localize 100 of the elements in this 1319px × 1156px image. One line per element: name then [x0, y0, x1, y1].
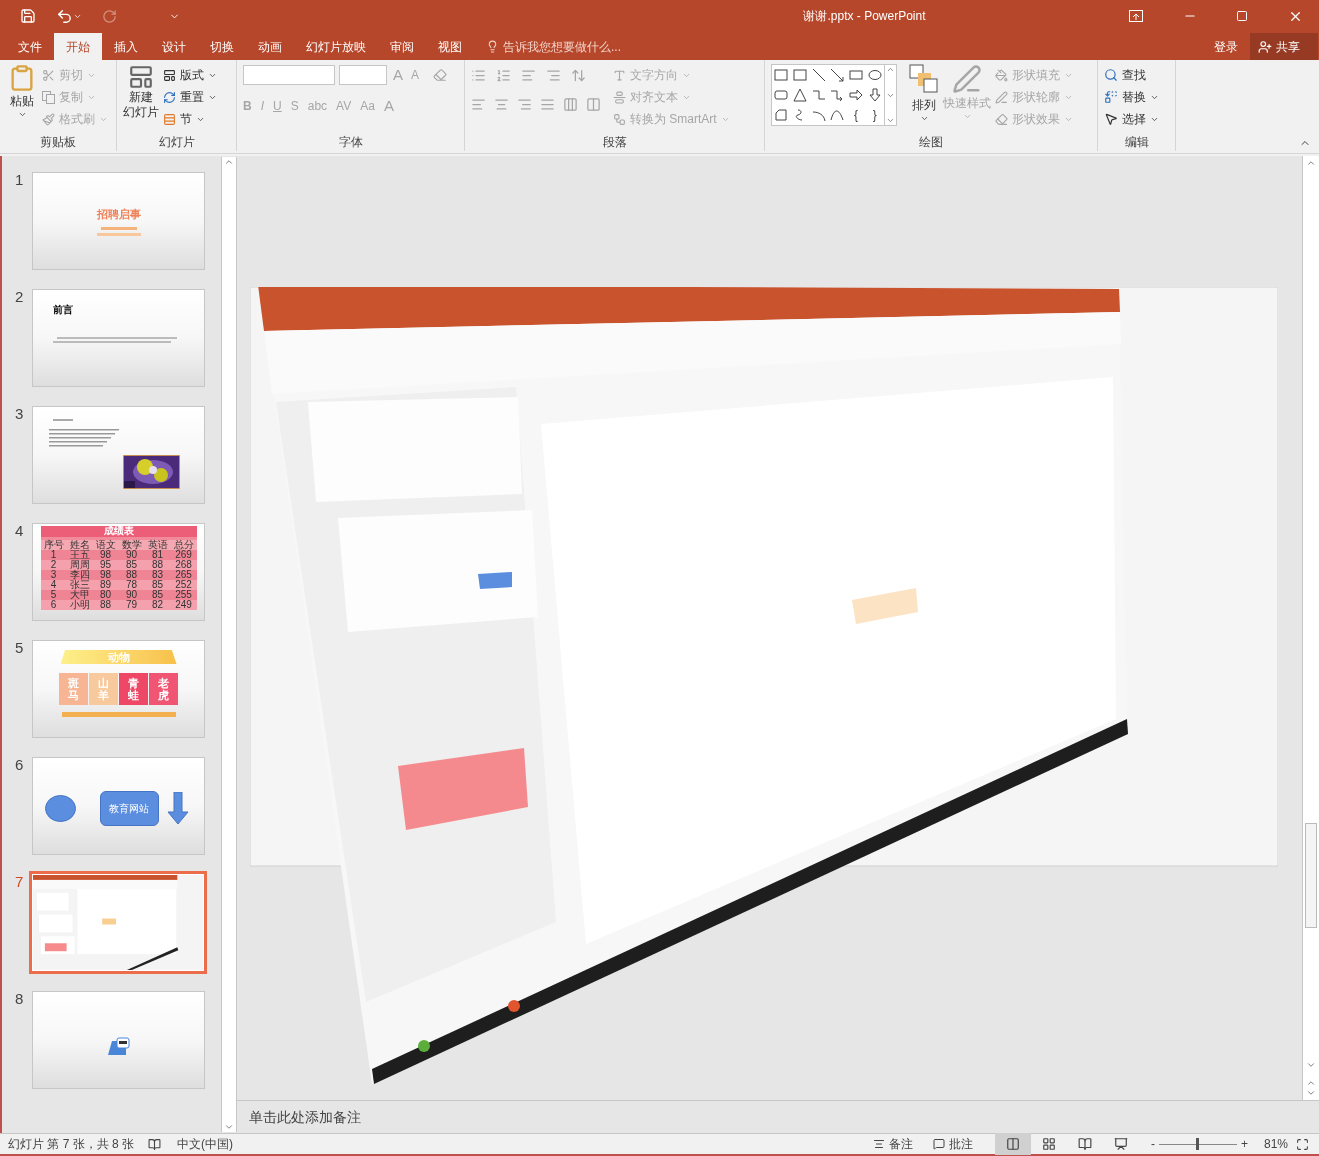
ribbon-tab[interactable]: 切换: [198, 33, 246, 60]
shape-option-icon[interactable]: [830, 108, 845, 122]
ribbon-tab[interactable]: 审阅: [378, 33, 426, 60]
shape-gallery[interactable]: { }: [771, 64, 897, 126]
shape-option-icon[interactable]: [830, 88, 845, 102]
font-size-field[interactable]: [339, 65, 387, 86]
spell-check-icon[interactable]: [148, 1137, 162, 1151]
bullets-icon[interactable]: [471, 68, 486, 83]
view-button[interactable]: [994, 1133, 1031, 1155]
slide-thumbnail[interactable]: 教育网站: [32, 757, 205, 855]
new-slide-button[interactable]: 新建 幻灯片: [123, 64, 159, 120]
comments-button[interactable]: 批注: [932, 1135, 973, 1153]
table-cell-text: 82: [150, 600, 165, 610]
scrollbar-thumb[interactable]: [1305, 823, 1317, 928]
ribbon-tab[interactable]: 动画: [246, 33, 294, 60]
ribbon-button[interactable]: 选择: [1104, 108, 1159, 130]
table-cell-text: 6: [49, 600, 58, 610]
replace-icon: [1104, 90, 1118, 104]
notes-field[interactable]: 单击此处添加备注: [249, 1106, 361, 1128]
font-name-field[interactable]: [243, 65, 335, 86]
ribbon-tab[interactable]: 设计: [150, 33, 198, 60]
align-right-icon[interactable]: [517, 97, 532, 112]
slide-title: 招聘启事: [96, 207, 141, 223]
paste-button[interactable]: 粘贴: [6, 64, 38, 119]
ribbon-tab[interactable]: 开始: [54, 33, 102, 60]
align-left-icon[interactable]: [471, 97, 486, 112]
slide-thumbnail[interactable]: [32, 406, 205, 504]
table-cell-text: 大甲: [68, 590, 91, 600]
slide-number: 6: [14, 757, 25, 772]
ribbon-display-options-icon[interactable]: [1129, 10, 1143, 22]
shape-option-icon[interactable]: [849, 88, 863, 102]
justify-icon[interactable]: [540, 97, 555, 112]
maximize-icon[interactable]: [1236, 10, 1249, 22]
ribbon-button[interactable]: 查找: [1104, 64, 1159, 86]
slide-number: 8: [14, 991, 25, 1006]
shape-option[interactable]: {: [854, 106, 858, 124]
table-cell-text: 李四: [68, 570, 91, 580]
table-cell-text: 1: [50, 550, 57, 560]
shape-option-icon[interactable]: [867, 88, 882, 102]
sign-in-link[interactable]: 登录: [1202, 33, 1250, 60]
arrange-icon: [909, 64, 939, 96]
table-cell-text: 95: [98, 560, 113, 570]
share-button[interactable]: 共享: [1250, 33, 1318, 60]
ribbon-tab[interactable]: 插入: [102, 33, 150, 60]
ribbon-button[interactable]: 重置: [163, 86, 217, 108]
columns-icon[interactable]: [586, 97, 601, 112]
arrange-button[interactable]: 排列: [909, 64, 939, 123]
undo-button[interactable]: [56, 7, 82, 25]
language-indicator[interactable]: 中文(中国): [177, 1135, 234, 1153]
numbering-icon[interactable]: [496, 68, 511, 83]
slide-thumbnail[interactable]: 动物 斑马 山羊 青蛙 老虎: [32, 640, 205, 738]
table-cell-text: 255: [174, 590, 193, 600]
table-cell-text: 81: [151, 550, 164, 560]
ribbon-tab[interactable]: 文件: [6, 33, 54, 60]
slide-thumbnail[interactable]: 成绩表 序号 姓名 语文 数学 英语 总分 1 王五 98 90 81 269 2 周周 95 85 88 268 3 李四 98 88 83 265 4 张三 89 78 85 252 5 大甲 80 90 85 255 6 小明 88 79 82 249: [32, 523, 205, 621]
shape-option[interactable]: }: [872, 106, 877, 124]
scrollbar[interactable]: [221, 157, 237, 1132]
shape-option-icon[interactable]: [811, 68, 826, 82]
shape-option-icon[interactable]: [811, 108, 826, 122]
save-icon[interactable]: [20, 8, 36, 24]
column-header: 数学: [120, 540, 143, 550]
ribbon-button[interactable]: 替换: [1104, 86, 1159, 108]
ribbon-button[interactable]: 版式: [163, 64, 217, 86]
scroll-up-icon: [224, 157, 234, 167]
zoom-level[interactable]: 81%: [1263, 1135, 1288, 1153]
zoom-in-button[interactable]: +: [1240, 1135, 1248, 1153]
slide-thumbnail[interactable]: [32, 991, 205, 1089]
zoom-out-button[interactable]: -: [1150, 1135, 1155, 1153]
group-label: 剪贴板: [40, 134, 76, 151]
slide-title: 前言: [53, 303, 74, 317]
table-cell-text: 90: [125, 550, 138, 560]
undo-icon: [56, 7, 73, 25]
table-cell-text: 小明: [68, 600, 91, 610]
animal-tile: 老虎: [149, 673, 178, 705]
shape-option-icon[interactable]: [774, 108, 789, 122]
slide-number: 1: [14, 172, 25, 187]
shape-option-icon[interactable]: [867, 68, 882, 82]
table-cell-text: 4: [49, 580, 58, 590]
zoom-slider-thumb[interactable]: [1196, 1138, 1200, 1150]
zoom-slider[interactable]: [1158, 1138, 1237, 1150]
fit-to-window-icon[interactable]: [1296, 1137, 1309, 1151]
shape-option-icon[interactable]: [793, 88, 807, 102]
ribbon-tab[interactable]: 幻灯片放映: [294, 33, 378, 60]
distributed-icon[interactable]: [563, 97, 578, 112]
ribbon-button[interactable]: 节: [163, 108, 217, 130]
tell-me-field[interactable]: 告诉我您想要做什么...: [474, 33, 621, 60]
lightbulb-icon: [486, 40, 499, 53]
line-spacing-icon[interactable]: [571, 68, 586, 83]
shape-option-icon[interactable]: [830, 68, 845, 82]
ribbon-tab[interactable]: 视图: [426, 33, 474, 60]
slide-thumbnail[interactable]: 前言: [32, 289, 205, 387]
notes-icon: [872, 1138, 885, 1150]
refresh-icon: [163, 90, 176, 104]
table-cell-text: 85: [124, 560, 139, 570]
align-center-icon[interactable]: [494, 97, 509, 112]
clear-formatting-icon[interactable]: [433, 68, 448, 83]
table-title: 成绩表: [40, 526, 197, 537]
table-cell-text: 265: [174, 570, 193, 580]
notes-button[interactable]: 备注: [872, 1135, 913, 1153]
scrollbar[interactable]: [1302, 156, 1319, 1100]
